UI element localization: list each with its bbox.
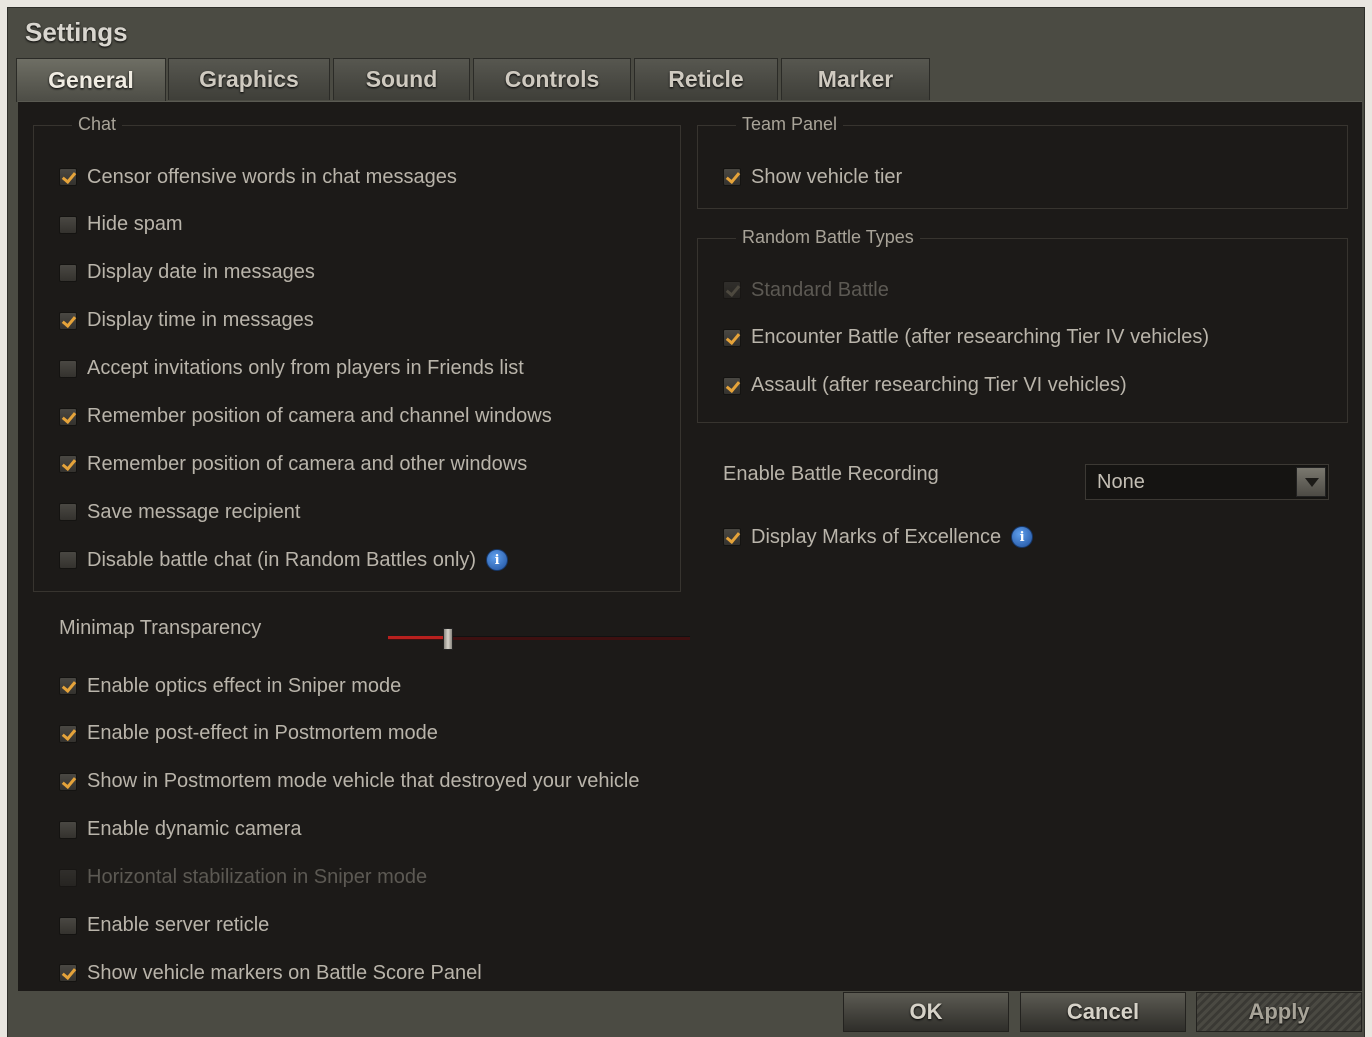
chat-label: Censor offensive words in chat messages [87, 165, 457, 188]
random-battle-option[interactable]: Encounter Battle (after researching Tier… [723, 323, 1209, 353]
chat-checkbox[interactable] [59, 407, 77, 426]
general-option[interactable]: Enable server reticle [59, 911, 269, 941]
general-checkbox[interactable] [59, 772, 77, 791]
random-battle-checkbox[interactable] [723, 328, 741, 347]
random-battle-checkbox[interactable] [723, 376, 741, 395]
chevron-down-icon[interactable] [1296, 467, 1326, 497]
team-panel-legend: Team Panel [736, 114, 844, 135]
tab-sound[interactable]: Sound [333, 58, 470, 100]
chat-option[interactable]: Censor offensive words in chat messages [59, 162, 457, 192]
chat-label: Display date in messages [87, 261, 315, 284]
tab-graphics[interactable]: Graphics [168, 58, 330, 100]
general-option[interactable]: Enable dynamic camera [59, 815, 302, 845]
random-battle-label: Encounter Battle (after researching Tier… [751, 326, 1209, 349]
chat-option[interactable]: Display time in messages [59, 306, 314, 336]
tab-general[interactable]: General [16, 58, 166, 102]
general-checkbox[interactable] [59, 724, 77, 743]
window-title: Settings [25, 17, 128, 47]
cancel-button[interactable]: Cancel [1020, 992, 1186, 1032]
settings-window: Settings General Graphics Sound Controls… [8, 8, 1364, 1037]
chat-label: Accept invitations only from players in … [87, 357, 524, 380]
info-icon[interactable]: i [486, 549, 509, 572]
battle-recording-label: Enable Battle Recording [723, 463, 939, 485]
chat-checkbox[interactable] [59, 503, 77, 522]
random-battle-option: Standard Battle [723, 275, 889, 305]
team-panel-checkbox[interactable] [723, 168, 741, 186]
apply-button[interactable]: Apply [1196, 992, 1362, 1032]
tab-controls[interactable]: Controls [473, 58, 631, 100]
chat-legend: Chat [72, 114, 123, 135]
marks-of-excellence-label: Display Marks of Excellence [751, 525, 1002, 548]
chat-option[interactable]: Accept invitations only from players in … [59, 354, 524, 384]
chat-checkbox[interactable] [59, 263, 77, 282]
general-settings-panel: Chat Censor offensive words in chat mess… [18, 101, 1362, 992]
chat-checkbox[interactable] [59, 215, 77, 234]
general-option[interactable]: Enable optics effect in Sniper mode [59, 671, 401, 701]
random-battle-label: Standard Battle [751, 278, 889, 301]
chat-option[interactable]: Hide spam [59, 210, 183, 240]
chat-label: Display time in messages [87, 309, 314, 332]
chat-checkbox[interactable] [59, 311, 77, 330]
team-panel-label: Show vehicle tier [751, 165, 903, 188]
marks-of-excellence-option[interactable]: Display Marks of Excellence i [723, 522, 1034, 552]
chat-label: Hide spam [87, 213, 183, 236]
chat-checkbox[interactable] [59, 168, 77, 186]
chat-option[interactable]: Display date in messages [59, 258, 315, 288]
team-panel-option[interactable]: Show vehicle tier [723, 162, 902, 192]
general-label: Enable post-effect in Postmortem mode [87, 722, 438, 745]
general-option: Horizontal stabilization in Sniper mode [59, 863, 427, 893]
chat-option[interactable]: Save message recipient [59, 497, 300, 527]
random-battle-label: Assault (after researching Tier VI vehic… [751, 374, 1127, 397]
battle-recording-value: None [1097, 470, 1145, 493]
minimap-transparency-label: Minimap Transparency [59, 617, 262, 639]
chat-option[interactable]: Remember position of camera and channel … [59, 402, 552, 432]
info-icon[interactable]: i [1011, 526, 1034, 548]
chat-label: Remember position of camera and other wi… [87, 452, 528, 475]
slider-thumb[interactable] [443, 628, 454, 650]
tab-reticle[interactable]: Reticle [634, 58, 778, 100]
general-checkbox[interactable] [59, 677, 77, 695]
chat-option[interactable]: Remember position of camera and other wi… [59, 449, 527, 479]
battle-recording-dropdown[interactable]: None [1085, 464, 1329, 500]
general-checkbox[interactable] [59, 964, 77, 983]
minimap-transparency-slider[interactable] [388, 628, 690, 650]
general-label: Show in Postmortem mode vehicle that des… [87, 770, 640, 793]
chat-label: Disable battle chat (in Random Battles o… [87, 548, 477, 571]
general-label: Enable dynamic camera [87, 818, 302, 841]
tab-marker[interactable]: Marker [781, 58, 930, 100]
general-label: Enable server reticle [87, 914, 270, 936]
general-label: Horizontal stabilization in Sniper mode [87, 866, 428, 889]
random-battle-checkbox [723, 281, 741, 299]
general-label: Show vehicle markers on Battle Score Pan… [87, 961, 482, 984]
random-battle-option[interactable]: Assault (after researching Tier VI vehic… [723, 371, 1127, 401]
general-label: Enable optics effect in Sniper mode [87, 674, 402, 697]
general-option[interactable]: Show in Postmortem mode vehicle that des… [59, 767, 640, 797]
general-checkbox[interactable] [59, 916, 77, 935]
chat-option[interactable]: Disable battle chat (in Random Battles o… [59, 545, 509, 575]
general-checkbox[interactable] [59, 820, 77, 839]
general-option[interactable]: Enable post-effect in Postmortem mode [59, 719, 438, 749]
general-option[interactable]: Show vehicle markers on Battle Score Pan… [59, 958, 482, 988]
chat-checkbox[interactable] [59, 455, 77, 474]
random-battle-types-legend: Random Battle Types [736, 227, 920, 248]
chat-checkbox[interactable] [59, 359, 77, 378]
chat-label: Remember position of camera and channel … [87, 405, 552, 427]
marks-of-excellence-checkbox[interactable] [723, 528, 741, 546]
general-checkbox [59, 868, 77, 887]
chat-checkbox[interactable] [59, 551, 77, 570]
ok-button[interactable]: OK [843, 992, 1009, 1032]
chat-label: Save message recipient [87, 500, 301, 523]
slider-fill [388, 636, 449, 639]
